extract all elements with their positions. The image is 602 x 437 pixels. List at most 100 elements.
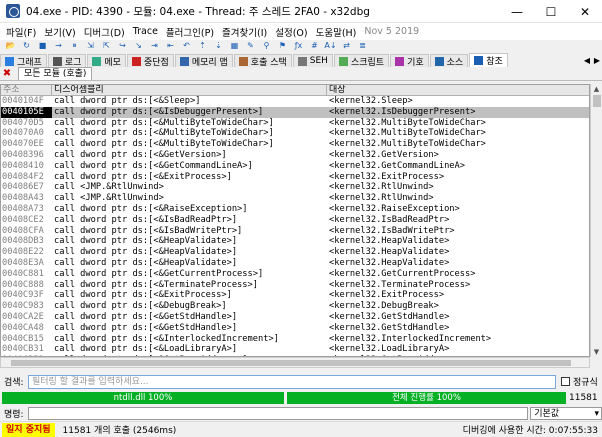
- tab-symbol[interactable]: 기호: [390, 54, 429, 67]
- toolbar-button-icon[interactable]: ↪: [115, 40, 130, 52]
- toolbar-button-icon[interactable]: ⏸: [67, 40, 82, 52]
- tab-seh[interactable]: SEH: [292, 54, 333, 67]
- table-row[interactable]: 0040CA2E call dword ptr ds:[<&GetStdHandl…: [1, 312, 589, 323]
- table-row[interactable]: 00408A43 call <JMP.&RtlUnwind> <kernel32.R…: [1, 193, 589, 204]
- close-tab-icon[interactable]: ✖: [0, 67, 14, 80]
- table-row[interactable]: 00408CFA call dword ptr ds:[<&IsBadWriteP…: [1, 226, 589, 237]
- row-address: 00408DB3: [2, 236, 44, 247]
- status-badge: 일지 중지됨: [2, 422, 55, 437]
- menu-debug[interactable]: 디버그(D): [80, 25, 129, 39]
- toolbar-button-icon[interactable]: ↻: [19, 40, 34, 52]
- table-row[interactable]: 00408A73 call dword ptr ds:[<&RaiseExcept…: [1, 204, 589, 215]
- header-target[interactable]: 대상: [327, 85, 589, 95]
- toolbar-button-icon[interactable]: 📂: [3, 40, 18, 52]
- table-row[interactable]: 004070A0 call dword ptr ds:[<&MultiByteTo…: [1, 128, 589, 139]
- table-row[interactable]: 004086E7 call <JMP.&RtlUnwind> <kernel32.R…: [1, 182, 589, 193]
- toolbar-button-icon[interactable]: ≣: [355, 40, 370, 52]
- toolbar-button-icon[interactable]: ⚲: [259, 40, 274, 52]
- row-address: 004070A0: [2, 128, 44, 139]
- table-row[interactable]: 004070EE call dword ptr ds:[<&MultiByteTo…: [1, 139, 589, 150]
- toolbar-button-icon[interactable]: ⚑: [275, 40, 290, 52]
- toolbar-button-icon[interactable]: ↘: [131, 40, 146, 52]
- module-progress-bar: ntdll.dll 100%: [2, 392, 284, 404]
- tab-script[interactable]: 스크립트: [333, 54, 390, 67]
- toolbar-button-icon[interactable]: ⇥: [147, 40, 162, 52]
- toolbar-button-icon[interactable]: #: [307, 40, 322, 52]
- row-address: 00408E3A: [2, 257, 44, 268]
- table-row[interactable]: 004084F2 call dword ptr ds:[<&ExitProcess…: [1, 172, 589, 183]
- menu-help[interactable]: 도움말(H): [312, 25, 361, 39]
- table-row[interactable]: 00408DB3 call dword ptr ds:[<&HeapValidat…: [1, 236, 589, 247]
- tab-log[interactable]: 로그: [47, 54, 87, 67]
- tab-scroll-right-icon[interactable]: ▶: [592, 54, 602, 67]
- search-input[interactable]: 필터링 할 결과를 입력하세요...: [28, 374, 556, 389]
- toolbar-button-icon[interactable]: A↓: [323, 40, 338, 52]
- command-label: 명령:: [4, 409, 24, 420]
- toolbar-button-icon[interactable]: ⇡: [195, 40, 210, 52]
- menu-favourites[interactable]: 즐겨찾기(I): [218, 25, 271, 39]
- references-table[interactable]: 주소 디스어셈블리 대상 0040104F call dword ptr ds:[…: [0, 84, 590, 357]
- toolbar-button-icon[interactable]: ƒx: [291, 40, 306, 52]
- scroll-thumb[interactable]: [593, 95, 601, 107]
- toolbar-button-icon[interactable]: ⇲: [83, 40, 98, 52]
- tab-graph[interactable]: 그래프: [0, 54, 47, 67]
- table-row[interactable]: 00408E3A call dword ptr ds:[<&HeapValidat…: [1, 258, 589, 269]
- command-input[interactable]: [27, 406, 529, 420]
- table-row[interactable]: 0040104F call dword ptr ds:[<&Sleep>] <ker…: [1, 96, 589, 107]
- row-disassembly: call dword ptr ds:[<&IsDebuggerPresent>]: [54, 106, 264, 117]
- row-disassembly: call dword ptr ds:[<&TerminateProcess>]: [54, 279, 258, 290]
- tab-note[interactable]: 메모: [87, 54, 126, 67]
- close-button[interactable]: ✕: [568, 0, 602, 23]
- menu-file[interactable]: 파일(F): [2, 25, 40, 39]
- row-address: 00408A73: [2, 203, 44, 214]
- command-type-select[interactable]: 기본값: [530, 406, 602, 420]
- table-row[interactable]: 0040C881 call dword ptr ds:[<&GetCurrentP…: [1, 269, 589, 280]
- table-row[interactable]: 0040CA48 call dword ptr ds:[<&GetStdHandl…: [1, 323, 589, 334]
- table-row[interactable]: 0040105E call dword ptr ds:[<&IsDebuggerP…: [1, 106, 589, 118]
- toolbar-button-icon[interactable]: ▦: [227, 40, 242, 52]
- menu-trace[interactable]: Trace: [129, 26, 162, 37]
- toolbar-button-icon[interactable]: ⇤: [163, 40, 178, 52]
- menu-options[interactable]: 설정(O): [271, 25, 311, 39]
- table-row[interactable]: 004070D5 call dword ptr ds:[<&MultiByteTo…: [1, 118, 589, 129]
- tab-callstack[interactable]: 호출 스택: [233, 54, 292, 67]
- regex-checkbox[interactable]: [561, 377, 570, 386]
- scroll-up-icon[interactable]: ▲: [591, 84, 602, 94]
- toolbar-button-icon[interactable]: ⇱: [99, 40, 114, 52]
- tab-source[interactable]: 소스: [429, 54, 469, 67]
- tab-reference[interactable]: 참조: [469, 53, 508, 67]
- table-row[interactable]: 0040CB15 call dword ptr ds:[<&Interlocked…: [1, 334, 589, 345]
- toolbar-button-icon[interactable]: ■: [35, 40, 50, 52]
- toolbar-button-icon[interactable]: ↶: [179, 40, 194, 52]
- tab-memory[interactable]: 메모리 맵: [174, 54, 233, 67]
- table-row[interactable]: 0040C93F call dword ptr ds:[<&ExitProcess…: [1, 290, 589, 301]
- table-header: 주소 디스어셈블리 대상: [1, 85, 589, 96]
- maximize-button[interactable]: ☐: [534, 0, 568, 23]
- menu-plugins[interactable]: 플러그인(P): [162, 25, 218, 39]
- table-row[interactable]: 00408396 call dword ptr ds:[<&GetVersion>…: [1, 150, 589, 161]
- toolbar-button-icon[interactable]: ✎: [243, 40, 258, 52]
- sub-tab-bar: ✖ 모든 모듈 (호출): [0, 67, 602, 81]
- horizontal-scrollbar[interactable]: [0, 357, 590, 368]
- tab-all-modules-calls[interactable]: 모든 모듈 (호출): [18, 67, 93, 80]
- toolbar-button-icon[interactable]: →: [51, 40, 66, 52]
- minimize-button[interactable]: —: [500, 0, 534, 23]
- row-disassembly: call dword ptr ds:[<&MultiByteToWideChar…: [54, 128, 274, 139]
- menu-view[interactable]: 보기(V): [40, 25, 79, 39]
- table-row[interactable]: 00408410 call dword ptr ds:[<&GetCommandL…: [1, 161, 589, 172]
- row-address: 0040104F: [2, 96, 44, 106]
- toolbar-button-icon[interactable]: ⇄: [339, 40, 354, 52]
- hscroll-thumb[interactable]: [11, 360, 571, 366]
- header-disassembly[interactable]: 디스어셈블리: [52, 85, 327, 95]
- header-address[interactable]: 주소: [1, 85, 52, 95]
- tab-breakpoint[interactable]: 중단점: [126, 54, 174, 67]
- table-row[interactable]: 0040C983 call dword ptr ds:[<&DebugBreak>…: [1, 301, 589, 312]
- table-row[interactable]: 0040CB31 call dword ptr ds:[<&LoadLibrary…: [1, 344, 589, 355]
- toolbar-button-icon[interactable]: ⇣: [211, 40, 226, 52]
- scroll-down-icon[interactable]: ▼: [591, 347, 602, 357]
- table-row[interactable]: 00408CE2 call dword ptr ds:[<&IsBadReadPt…: [1, 215, 589, 226]
- vertical-scrollbar[interactable]: ▲ ▼: [590, 84, 602, 357]
- table-row[interactable]: 0040C888 call dword ptr ds:[<&TerminatePr…: [1, 280, 589, 291]
- tab-scroll-left-icon[interactable]: ◀: [582, 54, 592, 67]
- table-row[interactable]: 00408E22 call dword ptr ds:[<&HeapValidat…: [1, 247, 589, 258]
